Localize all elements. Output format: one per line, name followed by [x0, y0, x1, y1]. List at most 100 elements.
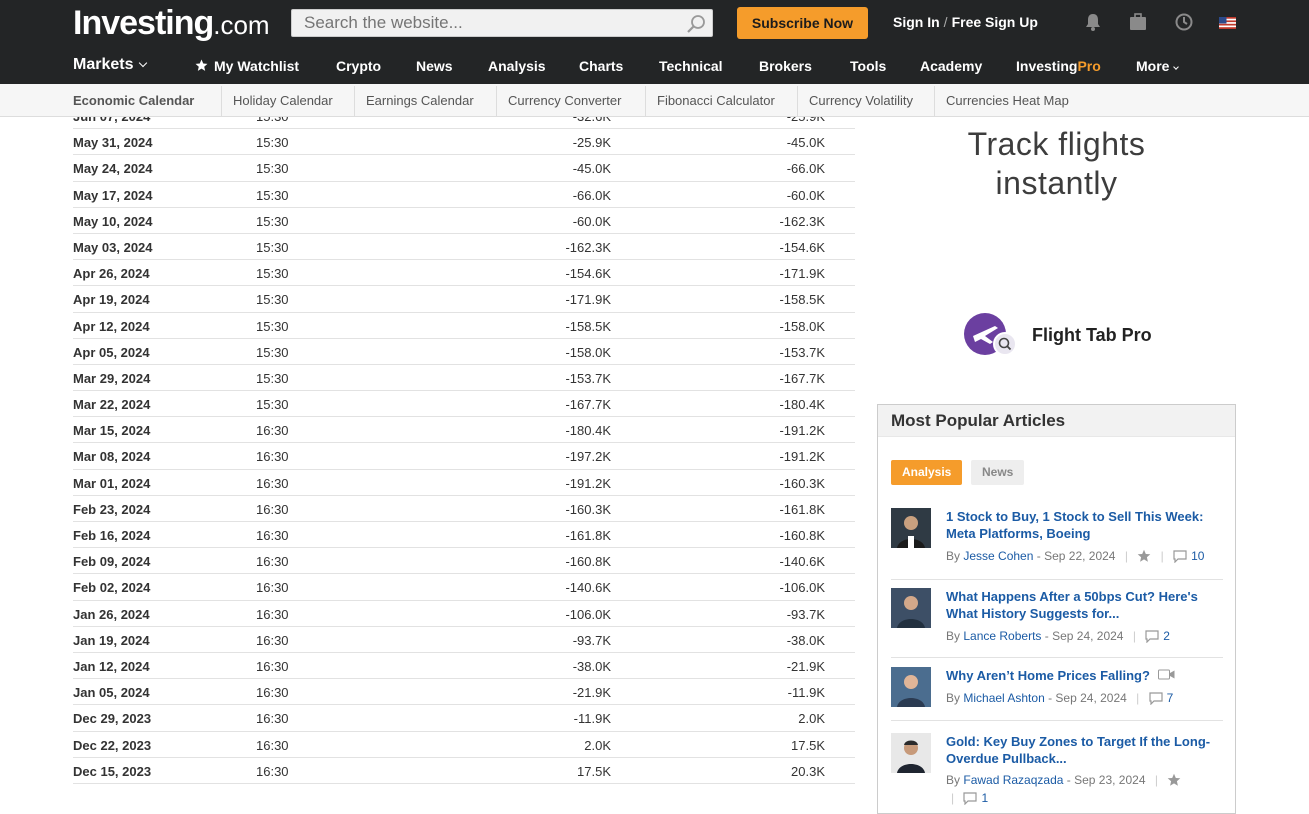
article-title[interactable]: What Happens After a 50bps Cut? Here's W… — [946, 588, 1216, 622]
row-actual: -11.9K — [573, 711, 611, 727]
nav-investing-pro[interactable]: InvestingPro — [1016, 58, 1101, 74]
row-date: Dec 15, 2023 — [73, 763, 152, 779]
table-row: Jan 05, 2024 16:30 -21.9K -11.9K — [73, 679, 855, 706]
subnav-currency-volatility[interactable]: Currency Volatility — [809, 93, 913, 108]
article-title[interactable]: 1 Stock to Buy, 1 Stock to Sell This Wee… — [946, 508, 1216, 542]
row-time: 15:30 — [256, 135, 289, 151]
row-previous: -162.3K — [779, 213, 825, 229]
comment-icon[interactable] — [1149, 692, 1163, 705]
subscribe-button[interactable]: Subscribe Now — [737, 7, 868, 39]
row-actual: -162.3K — [565, 239, 611, 255]
author-avatar — [891, 588, 931, 628]
star-icon[interactable] — [1167, 773, 1181, 787]
row-date: Feb 09, 2024 — [73, 554, 151, 570]
article-item[interactable]: Why Aren’t Home Prices Falling? By Micha… — [891, 667, 1223, 721]
tab-analysis[interactable]: Analysis — [891, 460, 963, 485]
subnav-earnings-calendar[interactable]: Earnings Calendar — [366, 93, 474, 108]
row-date: Apr 26, 2024 — [73, 266, 150, 282]
article-item[interactable]: Gold: Key Buy Zones to Target If the Lon… — [891, 733, 1223, 813]
subnav-currency-converter[interactable]: Currency Converter — [508, 93, 621, 108]
search-input[interactable] — [292, 10, 672, 36]
nav-technical[interactable]: Technical — [659, 58, 723, 74]
table-row: Apr 05, 2024 15:30 -158.0K -153.7K — [73, 339, 855, 365]
sign-in-link[interactable]: Sign In — [893, 14, 940, 30]
row-actual: -191.2K — [565, 475, 611, 491]
subnav-economic-calendar[interactable]: Economic Calendar — [73, 93, 194, 108]
divider — [934, 86, 935, 116]
table-row: Jan 12, 2024 16:30 -38.0K -21.9K — [73, 653, 855, 680]
row-time: 16:30 — [256, 632, 289, 648]
row-previous: -158.0K — [779, 318, 825, 334]
clock-icon[interactable] — [1174, 12, 1194, 32]
row-actual: -66.0K — [572, 187, 611, 203]
row-date: May 31, 2024 — [73, 135, 153, 151]
nav-analysis[interactable]: Analysis — [488, 58, 546, 74]
star-icon[interactable] — [1137, 549, 1151, 563]
bell-icon[interactable] — [1083, 12, 1103, 32]
row-actual: -158.0K — [565, 344, 611, 360]
comment-icon[interactable] — [1173, 550, 1187, 563]
row-time: 16:30 — [256, 475, 289, 491]
article-item[interactable]: What Happens After a 50bps Cut? Here's W… — [891, 588, 1223, 658]
table-row: May 24, 2024 15:30 -45.0K -66.0K — [73, 155, 855, 182]
row-actual: -153.7K — [565, 370, 611, 386]
row-date: May 10, 2024 — [73, 213, 153, 229]
row-previous: -160.8K — [779, 528, 825, 543]
ad-headline: Track flights instantly — [967, 126, 1146, 201]
nav-more[interactable]: More — [1136, 58, 1180, 74]
section-title: Most Popular Articles — [878, 405, 1235, 437]
row-time: 15:30 — [256, 370, 289, 386]
subnav-fibonacci-calculator[interactable]: Fibonacci Calculator — [657, 93, 775, 108]
video-icon — [1157, 669, 1175, 680]
article-meta: By Fawad Razaqzada - Sep 23, 2024 | — [946, 773, 1181, 787]
row-actual: -160.8K — [565, 554, 611, 570]
row-previous: -158.5K — [779, 292, 825, 308]
row-previous: 2.0K — [798, 711, 825, 727]
table-row: Jan 19, 2024 16:30 -93.7K -38.0K — [73, 627, 855, 653]
divider — [221, 86, 222, 116]
nav-charts[interactable]: Charts — [579, 58, 623, 74]
subnav-currencies-heat-map[interactable]: Currencies Heat Map — [946, 93, 1069, 108]
table-row: Jan 26, 2024 16:30 -106.0K -93.7K — [73, 601, 855, 627]
nav-tools[interactable]: Tools — [850, 58, 886, 74]
us-flag-icon[interactable] — [1219, 17, 1236, 29]
nav-markets[interactable]: Markets — [73, 56, 148, 74]
author-avatar — [891, 733, 931, 773]
author-link[interactable]: Fawad Razaqzada — [963, 773, 1063, 787]
nav-watchlist[interactable]: My Watchlist — [195, 58, 299, 74]
subnav-holiday-calendar[interactable]: Holiday Calendar — [233, 93, 333, 108]
author-link[interactable]: Jesse Cohen — [963, 549, 1033, 563]
comment-icon[interactable] — [963, 792, 978, 805]
row-actual: -167.7K — [565, 397, 611, 413]
article-title[interactable]: Why Aren’t Home Prices Falling? — [946, 667, 1216, 684]
article-title[interactable]: Gold: Key Buy Zones to Target If the Lon… — [946, 733, 1216, 767]
star-icon — [195, 59, 208, 71]
table-row: Mar 08, 2024 16:30 -197.2K -191.2K — [73, 443, 855, 470]
row-time: 15:30 — [256, 239, 289, 255]
search-box — [291, 9, 713, 37]
row-actual: -160.3K — [565, 501, 611, 517]
site-logo[interactable]: Investing.com — [73, 4, 270, 43]
nav-brokers[interactable]: Brokers — [759, 58, 812, 74]
row-date: Dec 22, 2023 — [73, 737, 152, 753]
row-previous: -161.8K — [779, 501, 825, 517]
row-previous: -11.9K — [787, 685, 825, 701]
sign-up-link[interactable]: Free Sign Up — [952, 14, 1038, 30]
tab-news[interactable]: News — [971, 460, 1025, 485]
author-link[interactable]: Lance Roberts — [963, 629, 1041, 643]
row-date: Apr 12, 2024 — [73, 318, 150, 334]
comment-icon[interactable] — [1145, 630, 1159, 643]
nav-news[interactable]: News — [416, 58, 453, 74]
row-date: Feb 16, 2024 — [73, 528, 151, 543]
search-icon[interactable] — [685, 13, 707, 35]
briefcase-icon[interactable] — [1128, 12, 1148, 32]
divider — [797, 86, 798, 116]
row-time: 16:30 — [256, 711, 289, 727]
row-time: 16:30 — [256, 580, 289, 596]
advertisement[interactable]: Track flights instantly Flight Tab Pro — [877, 117, 1236, 387]
nav-crypto[interactable]: Crypto — [336, 58, 381, 74]
article-item[interactable]: 1 Stock to Buy, 1 Stock to Sell This Wee… — [891, 508, 1223, 580]
author-link[interactable]: Michael Ashton — [963, 691, 1044, 705]
nav-academy[interactable]: Academy — [920, 58, 982, 74]
row-actual: -197.2K — [565, 449, 611, 465]
